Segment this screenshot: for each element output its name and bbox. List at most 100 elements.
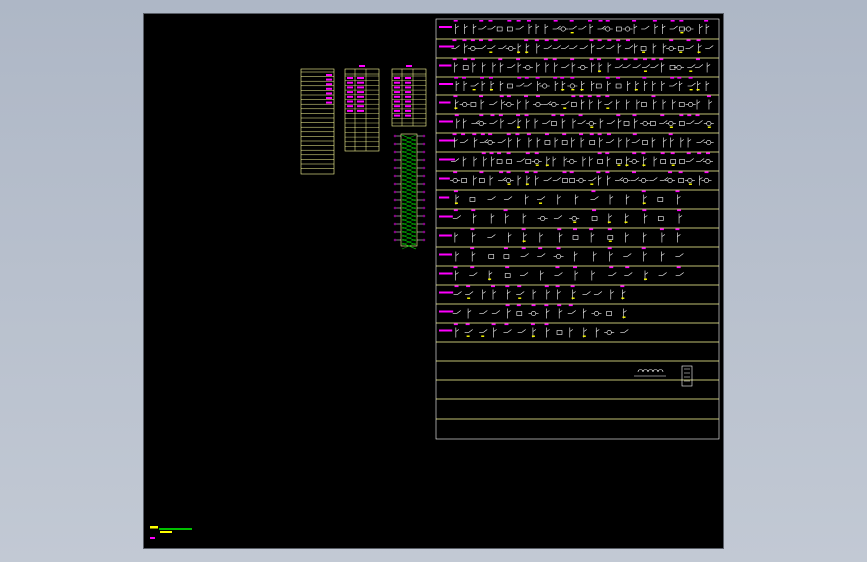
library-row-label	[439, 291, 454, 294]
symbol-box	[679, 159, 685, 164]
symbol-tag	[620, 285, 625, 288]
symbol-coil	[462, 102, 468, 108]
library-row-label	[439, 64, 452, 67]
symbol-tag	[625, 39, 630, 42]
symbol-tag	[524, 114, 529, 117]
symbol-tag	[480, 133, 485, 136]
symbol-coil	[706, 121, 712, 127]
symbol-tag	[651, 58, 656, 61]
symbol-mark	[607, 221, 611, 223]
symbol-mark	[642, 164, 646, 166]
symbol-tag	[534, 152, 539, 155]
symbol-mark	[689, 70, 693, 72]
symbol-box	[525, 159, 532, 164]
symbol-mark	[454, 202, 458, 204]
symbol-switch-blade	[540, 196, 546, 200]
symbol-tag	[505, 304, 510, 307]
symbol-contact-blade	[490, 82, 495, 86]
symbol-contact-blade	[482, 64, 486, 67]
symbol-switch-blade	[592, 177, 597, 181]
symbol-switch-blade	[626, 64, 631, 68]
symbol-tag	[605, 171, 610, 174]
symbol-box	[469, 197, 476, 202]
symbol-coil	[705, 159, 711, 165]
symbol-box	[679, 121, 685, 126]
symbol-switch-blade	[679, 272, 684, 276]
symbol-coil	[531, 310, 537, 316]
symbol-tag	[506, 171, 511, 174]
right-table-cell	[405, 77, 411, 79]
symbol-contact-blade	[609, 196, 614, 199]
symbol-contact-blade	[635, 82, 639, 86]
symbol-box	[591, 216, 598, 221]
symbol-tag	[515, 133, 520, 136]
symbol-contact-blade	[488, 272, 493, 275]
terminal-node	[393, 238, 397, 242]
symbol-box	[551, 121, 557, 126]
symbol-switch-blade	[634, 177, 640, 181]
terminal-node	[393, 142, 397, 146]
symbol-contact-blade	[653, 101, 657, 104]
symbol-mark	[570, 32, 574, 34]
symbol-coil	[560, 26, 566, 32]
symbol-coil	[704, 178, 710, 184]
symbol-coil	[478, 121, 484, 127]
symbol-contact-blade	[528, 25, 533, 29]
symbol-contact-blade	[636, 101, 641, 104]
right-table-cell	[394, 81, 400, 84]
symbol-coil	[452, 178, 458, 184]
symbol-tag	[589, 228, 594, 231]
drawing-canvas[interactable]	[143, 13, 724, 549]
symbol-tag	[466, 285, 471, 288]
symbol-tag	[498, 114, 503, 117]
symbol-mark	[624, 221, 628, 223]
middle-table-cell	[357, 100, 364, 103]
symbol-contact-blade	[454, 64, 458, 67]
symbol-contact-blade	[464, 25, 468, 29]
symbol-contact-blade	[505, 215, 509, 218]
symbol-tag	[660, 114, 665, 117]
terminal-node	[422, 150, 426, 154]
symbol-coil	[506, 178, 512, 184]
symbol-tag	[544, 304, 549, 307]
symbol-switch-blade	[527, 82, 532, 87]
symbol-switch-blade	[610, 45, 615, 49]
symbol-contact-blade	[559, 310, 563, 313]
symbol-contact-blade	[626, 101, 630, 104]
symbol-mark	[525, 51, 529, 53]
symbol-contact-blade	[678, 215, 683, 218]
symbol-coil	[569, 83, 575, 89]
symbol-switch-blade	[495, 310, 501, 314]
symbol-switch-blade	[608, 101, 613, 105]
legend-table-right	[391, 65, 427, 250]
symbol-contact-blade	[591, 82, 595, 86]
symbol-contact-blade	[589, 101, 593, 104]
symbol-mark	[522, 240, 526, 242]
symbol-box	[496, 159, 503, 164]
symbol-box	[678, 178, 684, 183]
symbol-contact-blade	[535, 25, 540, 29]
symbol-contact-blade	[489, 177, 494, 180]
middle-table-cell	[347, 81, 353, 84]
symbol-switch-blade	[468, 291, 474, 295]
symbol-coil	[551, 102, 557, 108]
symbol-contact-blade	[663, 139, 667, 142]
symbol-contact-blade	[575, 196, 579, 199]
symbol-switch-blade	[501, 177, 507, 181]
symbol-tag	[499, 171, 504, 174]
symbol-switch-blade	[700, 139, 705, 143]
symbol-tag	[632, 171, 637, 174]
symbol-coil	[641, 178, 647, 184]
symbol-contact-blade	[455, 25, 459, 29]
symbol-tag	[525, 152, 530, 155]
symbol-tag	[557, 304, 562, 307]
symbol-contact-blade	[473, 215, 477, 218]
terminal-node	[393, 198, 397, 202]
symbol-contact-blade	[571, 139, 575, 142]
symbol-coil	[540, 216, 546, 222]
symbol-contact-blade	[696, 101, 701, 104]
symbol-switch-blade	[520, 82, 525, 87]
symbol-contact-blade	[634, 45, 638, 48]
symbol-switch-blade	[483, 329, 488, 333]
symbol-tag	[669, 39, 674, 42]
